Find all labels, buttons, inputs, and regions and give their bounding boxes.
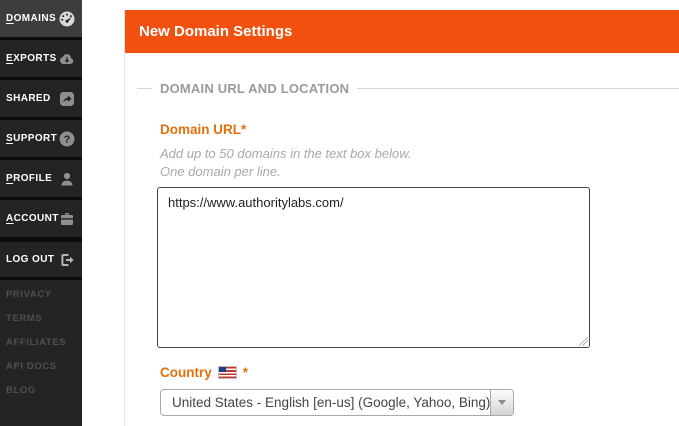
page-title: New Domain Settings [139,23,293,40]
sidebar-item-label: LOG OUT [6,254,55,265]
briefcase-icon [59,211,75,227]
required-asterisk: * [242,365,249,380]
svg-text:?: ? [64,134,71,146]
country-select-arrow-button[interactable] [490,390,513,415]
sidebar-footer-links: PRIVACY TERMS AFFILIATES API DOCS BLOG [0,280,82,396]
country-label-row: Country * [160,365,679,380]
us-flag-icon [217,366,237,379]
sidebar-item-label: SUPPORT [6,133,58,144]
domain-url-help: Add up to 50 domains in the text box bel… [160,145,679,181]
sidebar-item-label: DOMAINS [6,13,57,24]
sidebar-item-label: PROFILE [6,173,53,184]
legend-left-rule [137,88,152,89]
help-icon: ? [59,131,75,147]
sidebar-footer-link-api-docs[interactable]: API DOCS [6,361,76,372]
user-icon [59,171,75,187]
country-select-value: United States - English [en-us] (Google,… [172,395,491,410]
sidebar-footer-link-blog[interactable]: BLOG [6,385,76,396]
sidebar-item-exports[interactable]: EXPORTS [0,40,82,80]
section-legend: DOMAIN URL AND LOCATION [137,81,679,96]
country-label: Country [160,365,212,380]
required-asterisk: * [241,122,247,137]
sidebar-footer-link-privacy[interactable]: PRIVACY [6,289,76,300]
help-line-1: Add up to 50 domains in the text box bel… [160,146,412,161]
sidebar: DOMAINS EXPORTS SHARED SUPPORT ? PROFILE… [0,0,82,426]
main-content: New Domain Settings DOMAIN URL AND LOCAT… [82,0,679,426]
domain-url-label: Domain URL* [160,122,247,137]
cloud-download-icon [59,51,75,67]
sidebar-item-profile[interactable]: PROFILE [0,160,82,200]
sidebar-footer-link-affiliates[interactable]: AFFILIATES [6,337,76,348]
card-header: New Domain Settings [125,10,679,53]
logout-icon [59,252,75,268]
sidebar-item-shared[interactable]: SHARED [0,80,82,120]
share-icon [59,91,75,107]
section-title: DOMAIN URL AND LOCATION [160,81,350,96]
gauge-icon [59,11,75,27]
chevron-down-icon [498,400,507,405]
domain-url-textarea-wrap: https://www.authoritylabs.com/ [157,187,590,348]
domain-url-textarea[interactable]: https://www.authoritylabs.com/ [157,187,590,348]
sidebar-item-log-out[interactable]: LOG OUT [0,240,82,280]
new-domain-settings-card: New Domain Settings DOMAIN URL AND LOCAT… [124,10,679,426]
sidebar-nav: DOMAINS EXPORTS SHARED SUPPORT ? PROFILE… [0,0,82,280]
sidebar-footer-link-terms[interactable]: TERMS [6,313,76,324]
country-select[interactable]: United States - English [en-us] (Google,… [160,389,514,416]
sidebar-item-support[interactable]: SUPPORT ? [0,120,82,160]
sidebar-item-label: ACCOUNT [6,213,59,224]
sidebar-item-label: EXPORTS [6,53,57,64]
sidebar-item-label: SHARED [6,93,51,104]
form-area: Domain URL* Add up to 50 domains in the … [125,122,679,416]
help-line-2: One domain per line. [160,164,281,179]
sidebar-item-account[interactable]: ACCOUNT [0,200,82,240]
sidebar-item-domains[interactable]: DOMAINS [0,0,82,40]
legend-right-rule [357,88,679,89]
